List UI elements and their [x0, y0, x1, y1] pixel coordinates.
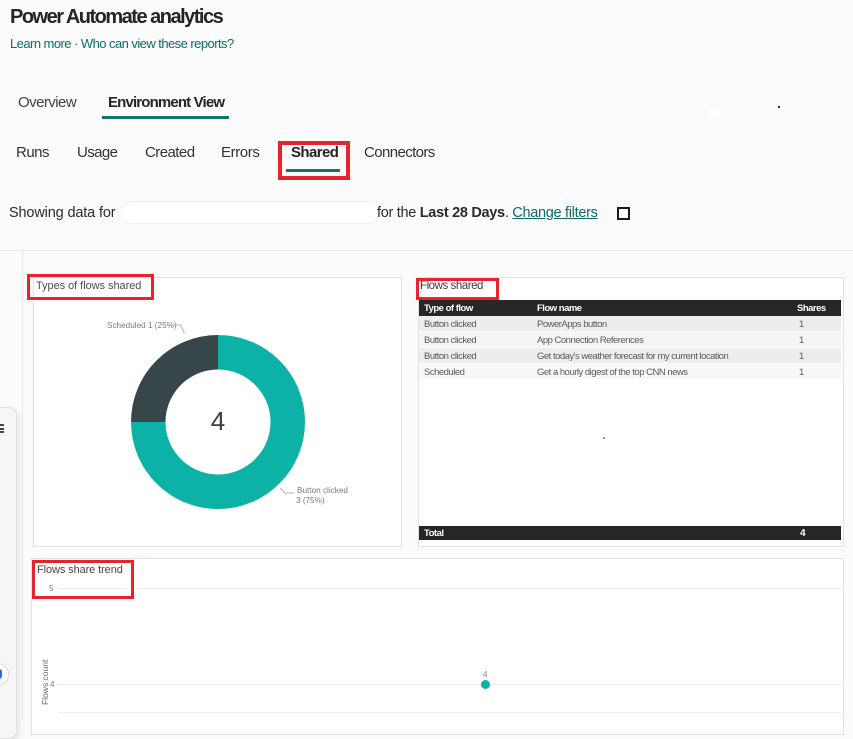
svg-text:3 (75%): 3 (75%)	[296, 496, 325, 505]
svg-text:4: 4	[211, 406, 225, 436]
svg-text:Scheduled 1 (25%): Scheduled 1 (25%)	[107, 321, 177, 330]
svg-text:Button clicked: Button clicked	[297, 486, 348, 495]
